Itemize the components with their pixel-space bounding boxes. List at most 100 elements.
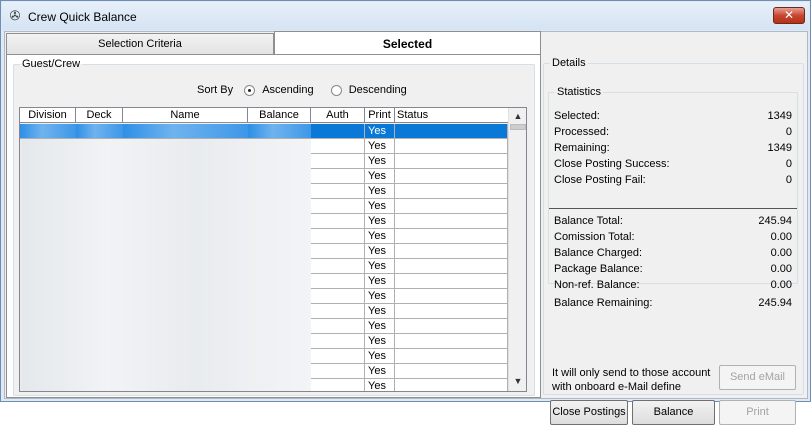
status-cell[interactable] [395, 139, 508, 154]
auth-cell[interactable] [311, 259, 365, 274]
scroll-down-icon[interactable]: ▼ [511, 374, 525, 388]
table-row[interactable]: Yes [20, 304, 508, 319]
print-cell[interactable]: Yes [365, 289, 395, 304]
auth-cell[interactable] [311, 154, 365, 169]
print-cell[interactable]: Yes [365, 379, 395, 391]
column-header-division[interactable]: Division [20, 108, 76, 123]
auth-cell[interactable] [311, 169, 365, 184]
print-cell[interactable]: Yes [365, 139, 395, 154]
print-cell[interactable]: Yes [365, 259, 395, 274]
print-cell[interactable]: Yes [365, 334, 395, 349]
print-cell[interactable]: Yes [365, 364, 395, 379]
column-header-balance[interactable]: Balance [248, 108, 311, 123]
table-row[interactable]: Yes [20, 184, 508, 199]
auth-cell[interactable] [311, 184, 365, 199]
auth-cell[interactable] [311, 229, 365, 244]
print-cell[interactable]: Yes [365, 199, 395, 214]
print-cell[interactable]: Yes [365, 229, 395, 244]
table-vertical-scrollbar[interactable]: ▲ ▼ [508, 108, 526, 391]
status-cell[interactable] [395, 319, 508, 334]
auth-cell[interactable] [311, 379, 365, 391]
table-row[interactable]: Yes [20, 379, 508, 391]
auth-cell[interactable] [311, 214, 365, 229]
table-row[interactable]: Yes [20, 199, 508, 214]
stat-label: Balance Total: [554, 215, 623, 227]
print-cell[interactable]: Yes [365, 319, 395, 334]
print-cell[interactable]: Yes [365, 169, 395, 184]
print-cell[interactable]: Yes [365, 244, 395, 259]
print-button[interactable]: Print [719, 400, 796, 425]
table-row[interactable]: Yes [20, 139, 508, 154]
table-row[interactable]: Yes [20, 124, 508, 139]
status-cell[interactable] [395, 379, 508, 391]
status-cell[interactable] [395, 229, 508, 244]
crew-table[interactable]: Division Deck Name Balance Auth Print St… [19, 107, 527, 392]
selected-tab-panel: Guest/Crew Sort By Ascending Descending … [6, 54, 541, 398]
status-cell[interactable] [395, 334, 508, 349]
table-row[interactable]: Yes [20, 169, 508, 184]
print-cell[interactable]: Yes [365, 304, 395, 319]
status-cell[interactable] [395, 304, 508, 319]
status-cell[interactable] [395, 259, 508, 274]
table-row[interactable]: Yes [20, 154, 508, 169]
column-header-status[interactable]: Status [395, 108, 508, 123]
auth-cell[interactable] [311, 334, 365, 349]
status-cell[interactable] [395, 364, 508, 379]
table-row[interactable]: Yes [20, 259, 508, 274]
scroll-up-icon[interactable]: ▲ [511, 109, 525, 123]
table-row[interactable]: Yes [20, 289, 508, 304]
status-cell[interactable] [395, 349, 508, 364]
column-header-name[interactable]: Name [123, 108, 248, 123]
auth-cell[interactable] [311, 289, 365, 304]
table-row[interactable]: Yes [20, 214, 508, 229]
auth-cell[interactable] [311, 244, 365, 259]
column-header-print[interactable]: Print [365, 108, 395, 123]
column-header-deck[interactable]: Deck [76, 108, 123, 123]
auth-cell[interactable] [311, 124, 365, 139]
status-cell[interactable] [395, 274, 508, 289]
auth-cell[interactable] [311, 319, 365, 334]
auth-cell[interactable] [311, 139, 365, 154]
title-bar[interactable]: ✇ Crew Quick Balance ✕ [2, 2, 809, 30]
status-cell[interactable] [395, 289, 508, 304]
descending-label[interactable]: Descending [349, 84, 407, 96]
print-cell[interactable]: Yes [365, 124, 395, 139]
print-cell[interactable]: Yes [365, 154, 395, 169]
stat-label: Remaining: [554, 142, 610, 154]
table-row[interactable]: Yes [20, 334, 508, 349]
table-row[interactable]: Yes [20, 274, 508, 289]
auth-cell[interactable] [311, 364, 365, 379]
balance-button[interactable]: Balance [632, 400, 715, 425]
print-cell[interactable]: Yes [365, 349, 395, 364]
table-row[interactable]: Yes [20, 229, 508, 244]
send-email-button[interactable]: Send eMail [719, 365, 796, 390]
table-row[interactable]: Yes [20, 349, 508, 364]
print-cell[interactable]: Yes [365, 184, 395, 199]
status-cell[interactable] [395, 169, 508, 184]
table-row[interactable]: Yes [20, 244, 508, 259]
close-button[interactable]: ✕ [773, 7, 805, 24]
tab-selection-criteria[interactable]: Selection Criteria [6, 33, 274, 54]
status-cell[interactable] [395, 124, 508, 139]
auth-cell[interactable] [311, 304, 365, 319]
status-cell[interactable] [395, 244, 508, 259]
print-cell[interactable]: Yes [365, 274, 395, 289]
table-row[interactable]: Yes [20, 319, 508, 334]
table-row[interactable]: Yes [20, 364, 508, 379]
ascending-label[interactable]: Ascending [262, 84, 313, 96]
status-cell[interactable] [395, 184, 508, 199]
print-cell[interactable]: Yes [365, 214, 395, 229]
stat-label: Package Balance: [554, 263, 643, 275]
status-cell[interactable] [395, 154, 508, 169]
auth-cell[interactable] [311, 199, 365, 214]
close-postings-button[interactable]: Close Postings [550, 400, 628, 425]
scroll-thumb[interactable] [510, 124, 526, 130]
column-header-auth[interactable]: Auth [311, 108, 365, 123]
status-cell[interactable] [395, 214, 508, 229]
descending-radio[interactable] [330, 84, 342, 96]
tab-selected[interactable]: Selected [274, 31, 541, 54]
status-cell[interactable] [395, 199, 508, 214]
auth-cell[interactable] [311, 349, 365, 364]
ascending-radio[interactable] [244, 84, 256, 96]
auth-cell[interactable] [311, 274, 365, 289]
